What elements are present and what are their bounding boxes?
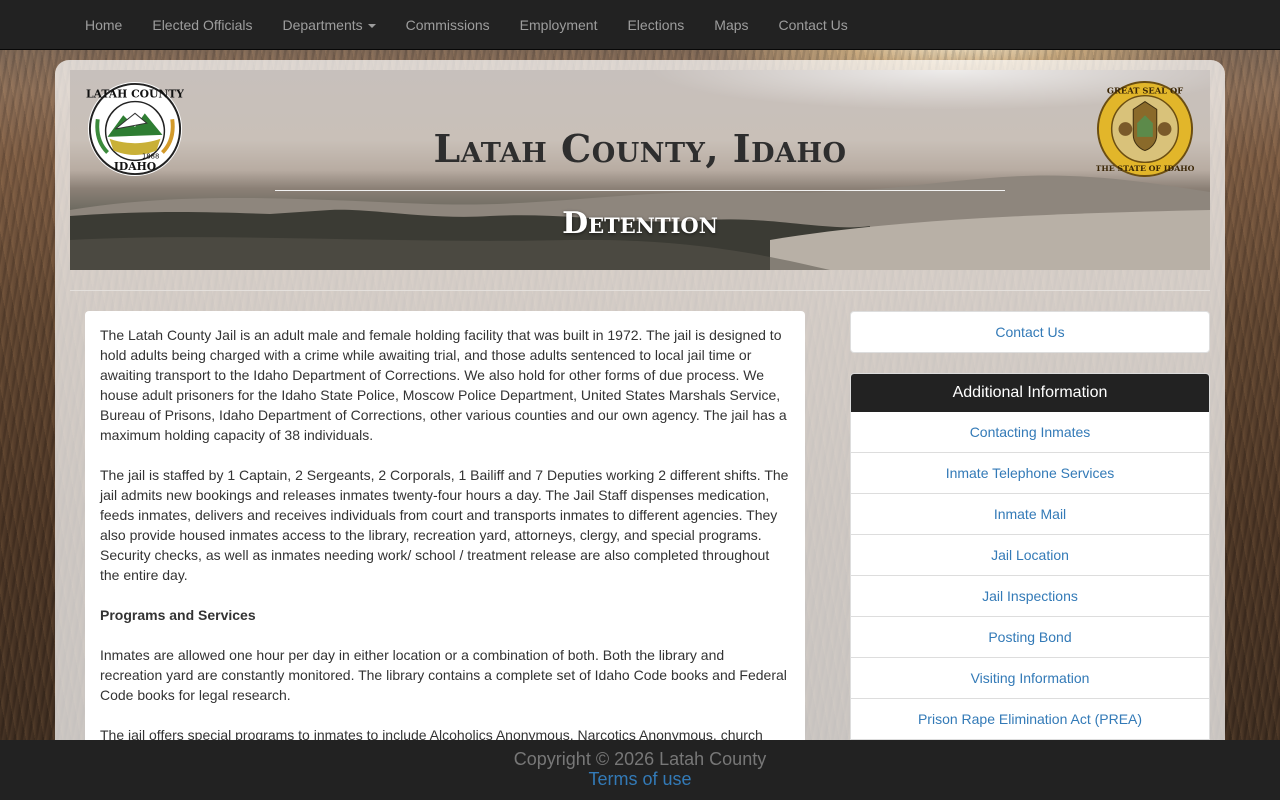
caret-down-icon [367, 24, 376, 29]
sidebar-link-jail-inspections[interactable]: Jail Inspections [851, 576, 1209, 617]
sidebar-link-inmate-telephone-services[interactable]: Inmate Telephone Services [851, 453, 1209, 494]
nav-item-label: Elections [627, 17, 685, 33]
content-paragraph: Inmates are allowed one hour per day in … [100, 647, 787, 703]
additional-information-panel: Additional Information Contacting Inmate… [850, 373, 1210, 800]
nav-item-employment[interactable]: Employment [505, 0, 613, 50]
nav-item-home[interactable]: Home [70, 0, 137, 50]
nav-item-label: Employment [519, 17, 598, 33]
section-heading-programs: Programs and Services [100, 607, 256, 623]
svg-text:LATAH COUNTY: LATAH COUNTY [86, 88, 184, 101]
footer-terms-link[interactable]: Terms of use [0, 769, 1280, 789]
page-footer: Copyright © 2026 Latah County Terms of u… [0, 740, 1280, 800]
sidebar-link-jail-location[interactable]: Jail Location [851, 535, 1209, 576]
nav-item-label: Elected Officials [152, 17, 253, 33]
sidebar-contact-us-link[interactable]: Contact Us [850, 311, 1210, 353]
sidebar-link-posting-bond[interactable]: Posting Bond [851, 617, 1209, 658]
content-paragraph: The jail is staffed by 1 Captain, 2 Serg… [100, 467, 789, 583]
main-content: The Latah County Jail is an adult male a… [85, 311, 805, 800]
svg-text:GREAT SEAL OF: GREAT SEAL OF [1107, 86, 1183, 96]
nav-item-label: Home [85, 17, 123, 33]
sidebar-link-inmate-mail[interactable]: Inmate Mail [851, 494, 1209, 535]
top-navbar: Home Elected Officials Departments Commi… [0, 0, 1280, 50]
nav-item-commissions[interactable]: Commissions [391, 0, 505, 50]
nav-item-label: Maps [714, 17, 749, 33]
nav-item-elected-officials[interactable]: Elected Officials [137, 0, 267, 50]
nav-menu: Home Elected Officials Departments Commi… [0, 0, 1280, 50]
sidebar-link-prea[interactable]: Prison Rape Elimination Act (PREA) [851, 699, 1209, 740]
footer-copyright: Copyright © 2026 Latah County [513, 749, 767, 769]
nav-item-departments[interactable]: Departments [267, 0, 390, 50]
nav-item-label: Commissions [405, 17, 490, 33]
nav-item-contact-us[interactable]: Contact Us [764, 0, 863, 50]
banner-divider [275, 190, 1005, 191]
nav-item-label: Departments [282, 17, 363, 33]
nav-item-label: Contact Us [778, 17, 848, 33]
content-paragraph: The Latah County Jail is an adult male a… [100, 327, 787, 443]
sidebar-link-contacting-inmates[interactable]: Contacting Inmates [851, 412, 1209, 453]
page-banner: LATAH COUNTY IDAHO 1888 GREAT SEAL OF TH… [70, 70, 1210, 270]
page-title: Latah County, Idaho [433, 126, 847, 171]
nav-item-elections[interactable]: Elections [612, 0, 699, 50]
page-subtitle: Detention [562, 206, 718, 241]
nav-item-maps[interactable]: Maps [699, 0, 763, 50]
main-panel: LATAH COUNTY IDAHO 1888 GREAT SEAL OF TH… [55, 60, 1225, 800]
sidebar-link-visiting-information[interactable]: Visiting Information [851, 658, 1209, 699]
additional-information-heading: Additional Information [851, 374, 1209, 412]
section-divider [70, 290, 1210, 291]
